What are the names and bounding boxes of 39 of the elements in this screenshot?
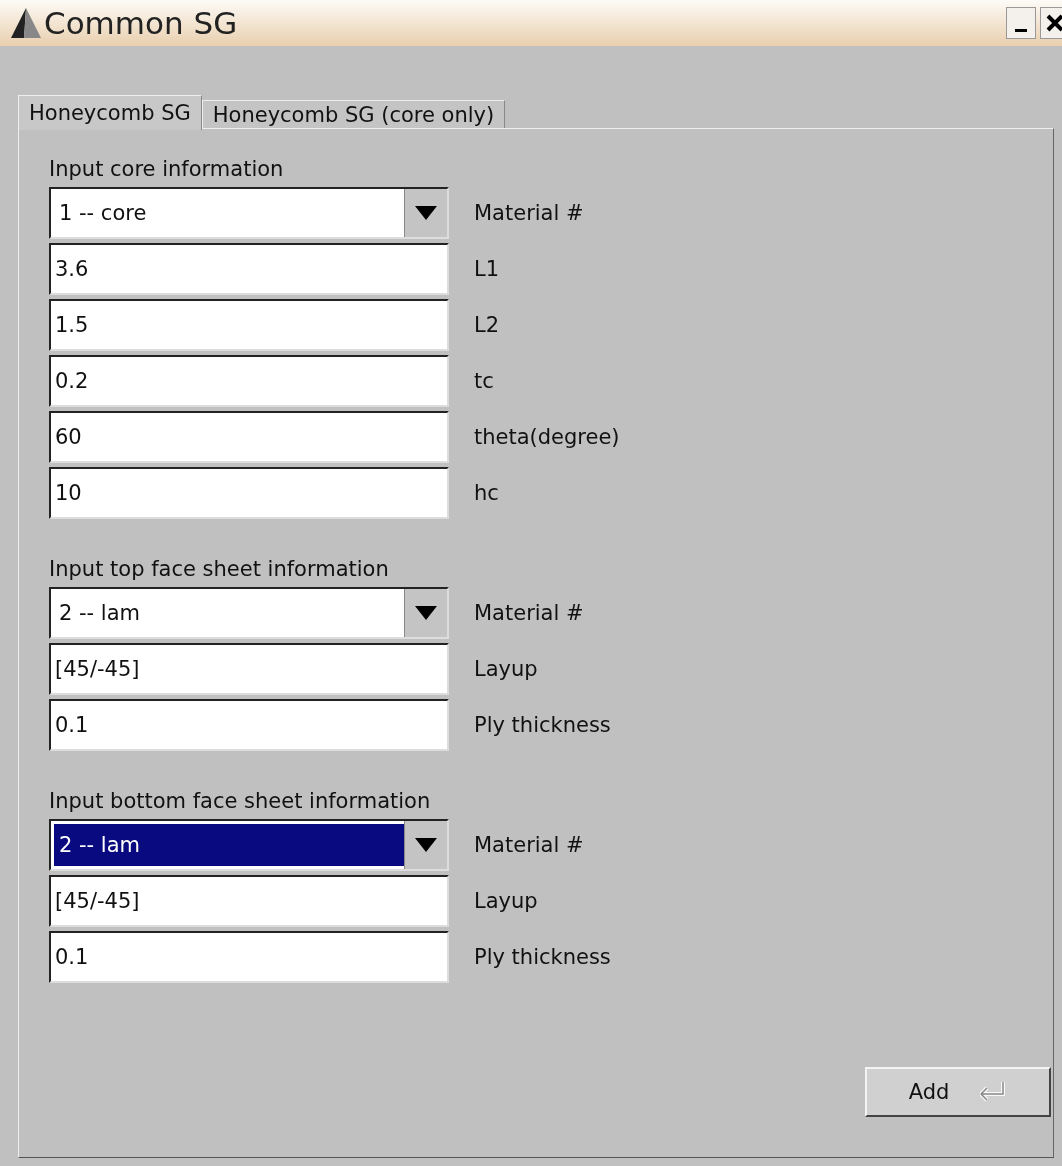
field-label: Material #	[474, 833, 584, 857]
material-dropdown[interactable]: 1 -- core	[49, 187, 449, 239]
input-field[interactable]: 3.6	[49, 243, 449, 295]
field-label: hc	[474, 481, 499, 505]
minimize-icon	[1015, 28, 1027, 32]
input-field[interactable]: 1.5	[49, 299, 449, 351]
input-field[interactable]: [45/-45]	[49, 875, 449, 927]
window-title: Common SG	[44, 5, 238, 41]
input-field[interactable]: [45/-45]	[49, 643, 449, 695]
dropdown-arrow-icon	[415, 206, 437, 220]
section-heading: Input core information	[49, 156, 285, 183]
material-dropdown[interactable]: 2 -- lam	[49, 587, 449, 639]
field-label: Layup	[474, 657, 538, 681]
field-label: L2	[474, 313, 500, 337]
field-label: Material #	[474, 201, 584, 225]
dropdown-arrow-icon	[415, 838, 437, 852]
field-label: Layup	[474, 889, 538, 913]
section-heading: Input top face sheet information	[49, 556, 390, 583]
section-heading: Input bottom face sheet information	[49, 788, 432, 815]
tab[interactable]: Honeycomb SG	[18, 95, 202, 130]
minimize-button[interactable]	[1006, 7, 1036, 39]
dropdown-arrow-icon	[415, 606, 437, 620]
input-field[interactable]: 0.1	[49, 931, 449, 983]
input-field[interactable]: 10	[49, 467, 449, 519]
field-label: Material #	[474, 601, 584, 625]
input-field[interactable]: 0.1	[49, 699, 449, 751]
app-logo-icon	[10, 6, 42, 40]
field-label: Ply thickness	[474, 945, 611, 969]
field-label: theta(degree)	[474, 425, 620, 449]
close-button[interactable]	[1040, 7, 1062, 39]
material-dropdown[interactable]: 2 -- lam	[49, 819, 449, 871]
add-button[interactable]: Add	[865, 1067, 1051, 1117]
input-field[interactable]: 0.2	[49, 355, 449, 407]
field-label: Ply thickness	[474, 713, 611, 737]
close-icon	[1046, 14, 1062, 32]
tab[interactable]: Honeycomb SG (core only)	[201, 100, 506, 128]
input-field[interactable]: 60	[49, 411, 449, 463]
field-label: tc	[474, 369, 494, 393]
field-label: L1	[474, 257, 500, 281]
